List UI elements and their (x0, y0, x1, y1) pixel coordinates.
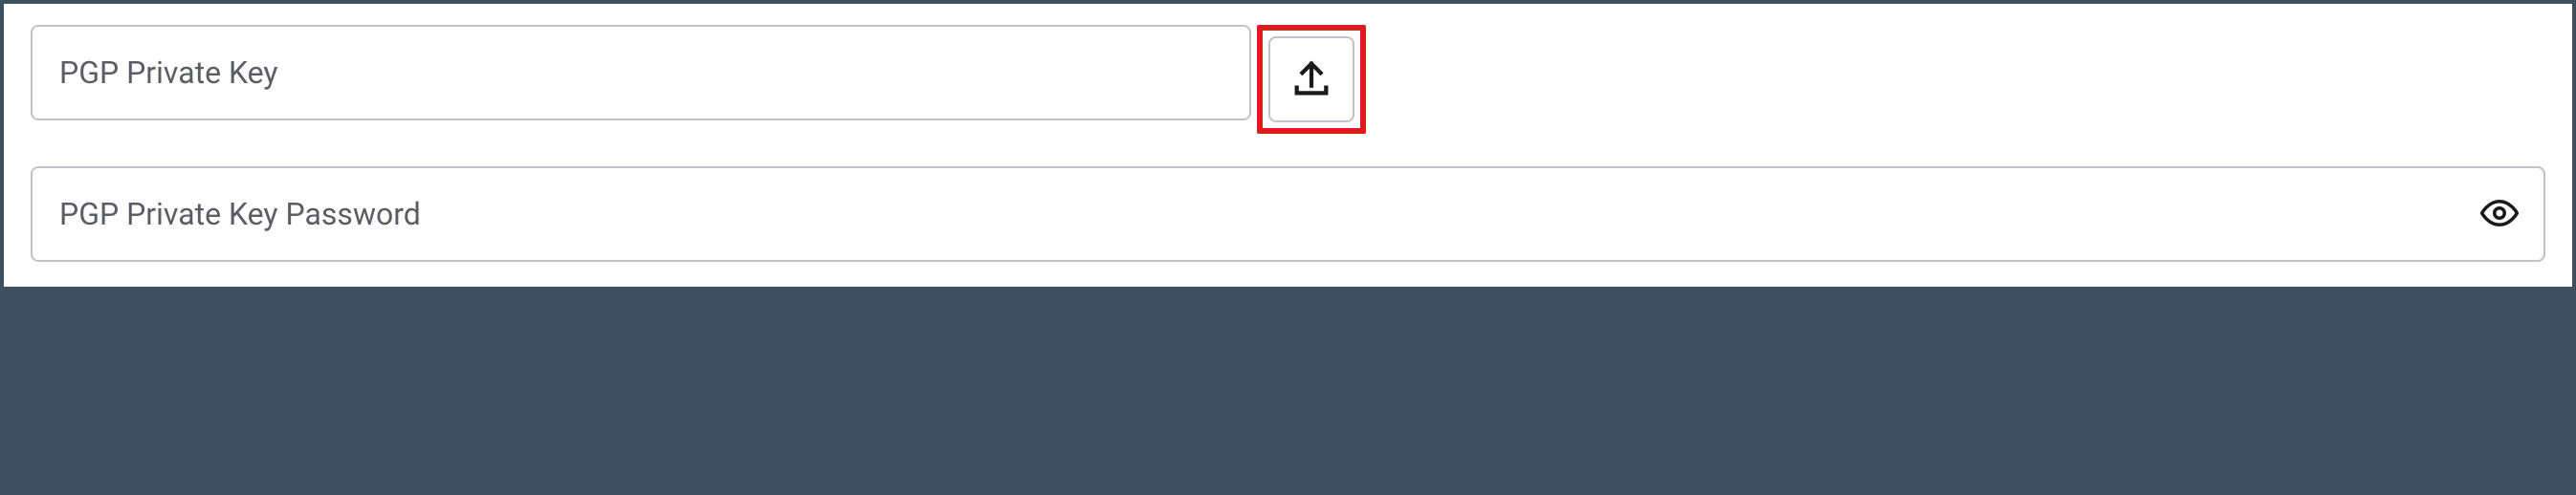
eye-icon (2479, 193, 2520, 236)
upload-icon (1289, 56, 1333, 103)
pgp-private-key-password-input[interactable] (59, 196, 2517, 232)
pgp-private-key-row (31, 25, 2545, 134)
upload-button[interactable] (1268, 36, 1354, 122)
pgp-private-key-password-field[interactable] (31, 166, 2545, 262)
pgp-private-key-input[interactable] (59, 54, 1222, 91)
pgp-private-key-field[interactable] (31, 25, 1251, 120)
pgp-private-key-password-row (31, 166, 2545, 262)
upload-highlight (1257, 25, 1366, 134)
form-panel (4, 4, 2572, 287)
toggle-password-visibility-button[interactable] (2477, 191, 2522, 237)
